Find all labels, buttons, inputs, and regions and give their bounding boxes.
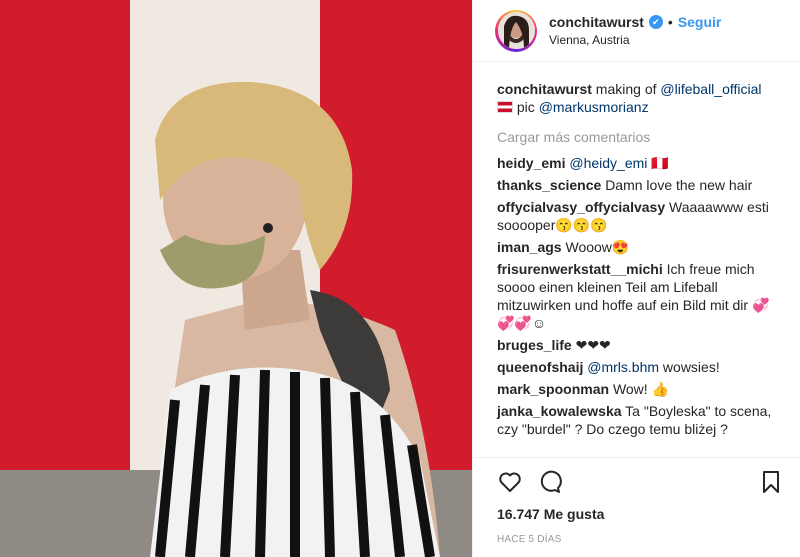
instagram-post: conchitawurst ✔ • Seguir Vienna, Austria… xyxy=(0,0,800,557)
post-photo[interactable] xyxy=(0,0,472,557)
emoji: 😙😙😙 xyxy=(555,217,608,233)
comment-username[interactable]: iman_ags xyxy=(497,239,562,255)
comment-text: Wooow xyxy=(565,239,612,255)
comment-icon[interactable] xyxy=(537,469,563,495)
post-actions: 16.747 Me gusta HACE 5 DÍAS xyxy=(473,457,800,557)
bookmark-icon[interactable] xyxy=(758,469,784,495)
comment-username[interactable]: janka_kowalewska xyxy=(497,403,622,419)
comment-text: Damn love the new hair xyxy=(605,177,753,193)
mention-link[interactable]: @lifeball_official xyxy=(660,81,761,97)
comment-username[interactable]: mark_spoonman xyxy=(497,381,609,397)
comment-item: janka_kowalewska Ta "Boyleska" to scena,… xyxy=(497,402,786,438)
caption: conchitawurst making of @lifeball_offici… xyxy=(497,81,762,115)
comment-username[interactable]: bruges_life xyxy=(497,337,572,353)
comment-item: offycialvasy_offycialvasy Waaaawww esti … xyxy=(497,198,786,234)
comment-username[interactable]: heidy_emi xyxy=(497,155,565,171)
comment-username[interactable]: thanks_science xyxy=(497,177,601,193)
comment-username[interactable]: frisurenwerkstatt__michi xyxy=(497,261,663,277)
photo-illustration xyxy=(0,0,472,557)
comment-item: heidy_emi @heidy_emi 🇵🇪 xyxy=(497,154,786,172)
comment-username[interactable]: offycialvasy_offycialvasy xyxy=(497,199,665,215)
emoji: 🇵🇪 xyxy=(651,155,669,171)
avatar-image xyxy=(497,12,535,49)
emoji: 👍 xyxy=(651,381,670,397)
separator-dot: • xyxy=(667,14,673,30)
comment-item: frisurenwerkstatt__michi Ich freue mich … xyxy=(497,260,786,332)
follow-button[interactable]: Seguir xyxy=(678,14,722,30)
post-header: conchitawurst ✔ • Seguir Vienna, Austria xyxy=(473,0,800,62)
emoji: 😍 xyxy=(611,239,630,255)
comment-username[interactable]: queenofshaij xyxy=(497,359,583,375)
post-sidebar: conchitawurst ✔ • Seguir Vienna, Austria… xyxy=(472,0,800,557)
header-username[interactable]: conchitawurst xyxy=(549,14,644,30)
mention-link[interactable]: @markusmorianz xyxy=(539,99,649,115)
comment-item: bruges_life ❤❤❤ xyxy=(497,336,786,354)
comment-item: queenofshaij @mrls.bhm wowsies! xyxy=(497,358,786,376)
comment-item: thanks_science Damn love the new hair xyxy=(497,176,786,194)
comment-item: mark_spoonman Wow! 👍 xyxy=(497,380,786,398)
comment-item: iman_ags Wooow😍 xyxy=(497,238,786,256)
mention-link[interactable]: @mrls.bhm xyxy=(587,359,659,375)
mention-link[interactable]: @heidy_emi xyxy=(569,155,647,171)
location-link[interactable]: Vienna, Austria xyxy=(549,33,721,47)
likes-count[interactable]: 16.747 Me gusta xyxy=(497,506,784,522)
verified-badge-icon: ✔ xyxy=(648,15,663,29)
comment-text: Wow! xyxy=(612,381,648,397)
heart-icon[interactable] xyxy=(497,469,523,495)
comments-list: conchitawurst making of @lifeball_offici… xyxy=(473,62,800,457)
avatar[interactable] xyxy=(495,9,537,52)
comment-text: wowsies! xyxy=(659,359,720,375)
post-timestamp[interactable]: HACE 5 DÍAS xyxy=(497,534,784,545)
austria-flag-icon xyxy=(497,101,513,113)
caption-username[interactable]: conchitawurst xyxy=(497,81,592,97)
load-more-comments-button[interactable]: Cargar más comentarios xyxy=(497,128,786,146)
emoji: ❤❤❤ xyxy=(575,337,611,353)
